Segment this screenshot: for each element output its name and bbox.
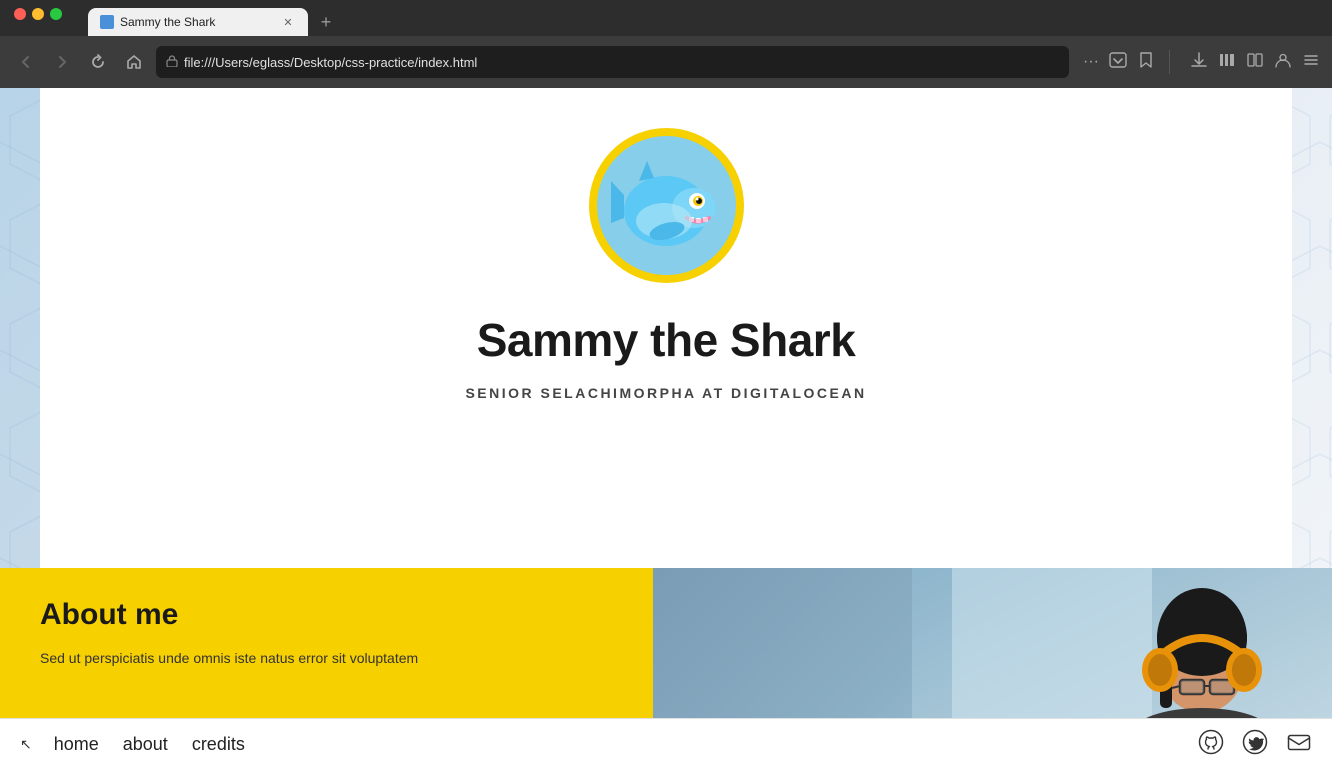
profile-icon[interactable] [1274, 51, 1292, 74]
fullscreen-light[interactable] [50, 8, 62, 20]
library-icon[interactable] [1218, 51, 1236, 74]
tab-title: Sammy the Shark [120, 15, 276, 29]
downloads-icon[interactable] [1190, 51, 1208, 74]
right-nav-icons [1190, 51, 1320, 74]
navigation-bar: file:///Users/eglass/Desktop/css-practic… [0, 36, 1332, 88]
hero-content: Sammy the Shark SENIOR SELACHIMORPHA AT … [0, 88, 1332, 401]
bottom-nav-links: home about credits [42, 734, 257, 755]
shark-illustration [609, 153, 724, 258]
home-button[interactable] [120, 48, 148, 76]
minimize-light[interactable] [32, 8, 44, 20]
credits-link[interactable]: credits [180, 734, 257, 755]
tab-close-button[interactable]: ✕ [280, 14, 296, 30]
hero-name: Sammy the Shark [477, 313, 856, 367]
about-title: About me [40, 598, 613, 632]
tab-favicon [100, 15, 114, 29]
bottom-navigation: ↖ home about credits [0, 718, 1332, 770]
close-light[interactable] [14, 8, 26, 20]
hero-section: Sammy the Shark SENIOR SELACHIMORPHA AT … [0, 88, 1332, 568]
cursor-indicator: ↖ [20, 736, 32, 753]
bookmark-button[interactable] [1137, 51, 1155, 74]
social-icons [1198, 729, 1312, 761]
reader-view-icon[interactable] [1246, 51, 1264, 74]
address-bar[interactable]: file:///Users/eglass/Desktop/css-practic… [156, 46, 1069, 78]
back-button[interactable] [12, 48, 40, 76]
menu-icon[interactable] [1302, 51, 1320, 74]
website-content: Sammy the Shark SENIOR SELACHIMORPHA AT … [0, 88, 1332, 770]
active-tab[interactable]: Sammy the Shark ✕ [88, 8, 308, 36]
reload-button[interactable] [84, 48, 112, 76]
forward-button[interactable] [48, 48, 76, 76]
traffic-lights [0, 8, 76, 20]
home-link[interactable]: home [42, 734, 111, 755]
url-text: file:///Users/eglass/Desktop/css-practic… [184, 55, 1059, 70]
browser-chrome: Sammy the Shark ✕ + file:///Users/eglass… [0, 0, 1332, 88]
email-icon[interactable] [1286, 729, 1312, 761]
pocket-button[interactable] [1109, 51, 1127, 74]
hero-subtitle: SENIOR SELACHIMORPHA AT DIGITALOCEAN [465, 385, 866, 401]
twitter-icon[interactable] [1242, 729, 1268, 761]
about-text: Sed ut perspiciatis unde omnis iste natu… [40, 648, 613, 669]
about-link[interactable]: about [111, 734, 180, 755]
shark-avatar [589, 128, 744, 283]
more-button[interactable]: ··· [1083, 53, 1099, 71]
tab-bar: Sammy the Shark ✕ + [0, 0, 1332, 36]
lock-icon [166, 55, 178, 70]
new-tab-button[interactable]: + [312, 8, 340, 36]
github-icon[interactable] [1198, 729, 1224, 761]
nav-action-buttons: ··· [1083, 51, 1155, 74]
